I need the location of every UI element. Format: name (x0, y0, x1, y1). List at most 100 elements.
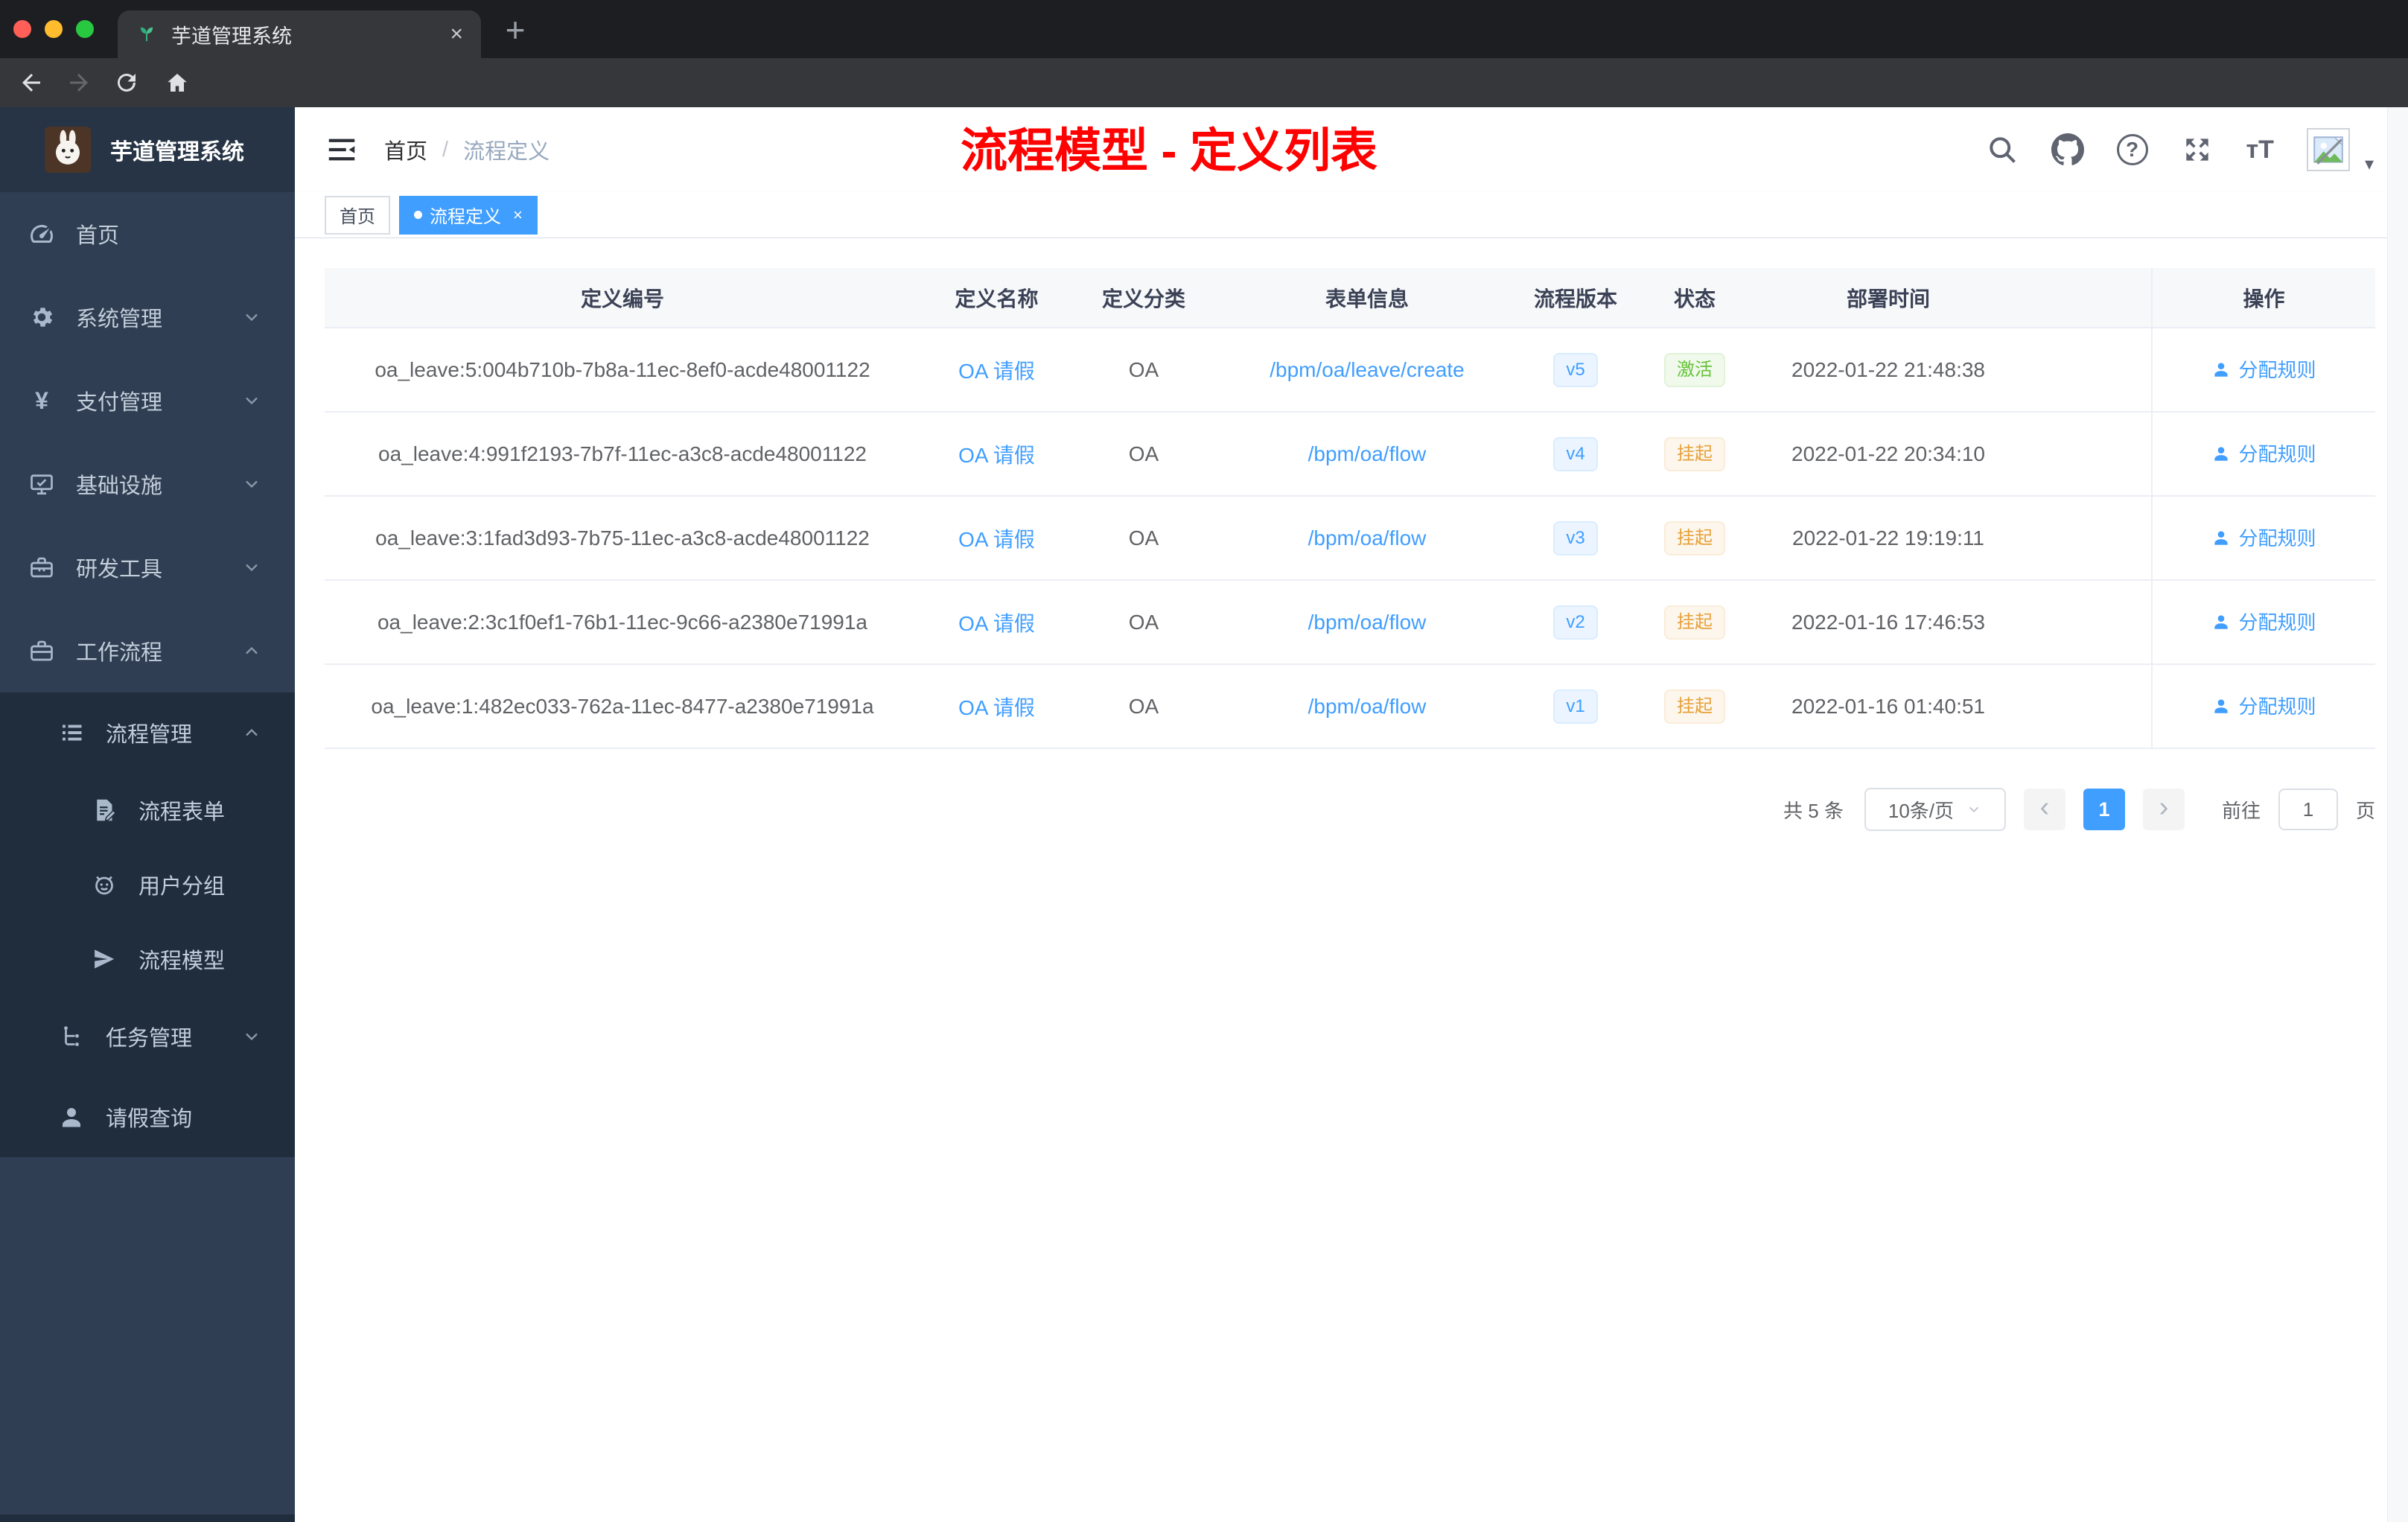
sidebar-item-label: 首页 (76, 224, 120, 248)
form-link[interactable]: /bpm/oa/flow (1308, 442, 1427, 465)
table-row: oa_leave:5:004b710b-7b8a-11ec-8ef0-acde4… (325, 328, 2375, 413)
version-badge[interactable]: v5 (1553, 352, 1598, 387)
cell-deploy-time: 2022-01-16 17:46:53 (1758, 580, 2019, 665)
col-definition-name: 定义名称 (920, 268, 1073, 328)
next-page-button[interactable]: › (2142, 789, 2185, 830)
definition-name-link[interactable]: OA 请假 (958, 444, 1035, 467)
forward-icon[interactable] (66, 69, 92, 96)
status-badge: 激活 (1664, 352, 1725, 387)
table-row: oa_leave:4:991f2193-7b7f-11ec-a3c8-acde4… (325, 412, 2375, 497)
window-close-button[interactable] (13, 20, 31, 38)
sidebar-item-infra[interactable]: 基础设施 (0, 442, 295, 526)
sidebar-item-system[interactable]: 系统管理 (0, 276, 295, 359)
home-icon[interactable] (164, 69, 191, 96)
chevron-down-icon (1969, 806, 1979, 813)
tab-close-icon[interactable]: × (450, 23, 463, 45)
version-badge[interactable]: v4 (1553, 436, 1598, 471)
assign-rule-link[interactable]: 分配规则 (2211, 692, 2316, 719)
goto-page-input[interactable]: 1 (2278, 789, 2338, 830)
sidebar: 芋道管理系统 首页 系统管理 ¥ 支付管理 基础设施 研发工具 工作流程 流程管… (0, 107, 295, 1522)
sidebar-item-process-manage[interactable]: 流程管理 (0, 692, 295, 773)
sidebar-item-home[interactable]: 首页 (0, 192, 295, 276)
window-zoom-button[interactable] (76, 20, 94, 38)
col-filler (2019, 268, 2152, 328)
tag-close-icon[interactable]: × (513, 206, 523, 225)
paper-plane-icon (91, 946, 118, 972)
col-form-info: 表单信息 (1214, 268, 1520, 328)
breadcrumb-current: 流程定义 (463, 140, 550, 164)
app-logo[interactable]: 芋道管理系统 (0, 107, 295, 192)
browser-tab[interactable]: 芋道管理系统 × (118, 10, 481, 58)
fullscreen-icon[interactable] (2181, 133, 2214, 166)
sidebar-item-workflow[interactable]: 工作流程 (0, 609, 295, 692)
active-dot (414, 211, 422, 219)
form-link[interactable]: /bpm/oa/flow (1308, 611, 1427, 634)
sidebar-fold-icon[interactable] (325, 133, 359, 167)
sidebar-item-label: 任务管理 (106, 1027, 193, 1051)
favicon-sprout-icon (136, 22, 158, 48)
version-badge[interactable]: v1 (1553, 689, 1598, 724)
tag-home[interactable]: 首页 (325, 195, 390, 235)
sidebar-item-user-group[interactable]: 用户分组 (0, 847, 295, 922)
tag-process-definition[interactable]: 流程定义 × (399, 195, 538, 235)
assign-rule-link[interactable]: 分配规则 (2211, 439, 2316, 467)
briefcase-icon (28, 637, 55, 664)
app-title: 芋道管理系统 (110, 140, 244, 165)
cell-definition-id: oa_leave:2:3c1f0ef1-76b1-11ec-9c66-a2380… (325, 580, 920, 665)
version-badge[interactable]: v3 (1553, 520, 1598, 555)
definition-name-link[interactable]: OA 请假 (958, 528, 1035, 551)
avatar[interactable] (2306, 128, 2350, 171)
window-minimize-button[interactable] (45, 20, 63, 38)
font-size-icon[interactable]: тT (2246, 136, 2274, 165)
definition-name-link[interactable]: OA 请假 (958, 696, 1035, 719)
header-actions: ? тT ▾ (1986, 125, 2387, 175)
reload-icon[interactable] (113, 69, 140, 96)
definition-name-link[interactable]: OA 请假 (958, 612, 1035, 635)
form-link[interactable]: /bpm/oa/flow (1308, 526, 1427, 550)
help-icon[interactable]: ? (2116, 134, 2148, 165)
cell-category: OA (1073, 664, 1214, 749)
tab-title: 芋道管理系统 (171, 25, 292, 48)
breadcrumb: 首页 / 流程定义 (384, 134, 550, 165)
sidebar-item-process-form[interactable]: 流程表单 (0, 773, 295, 847)
table-row: oa_leave:2:3c1f0ef1-76b1-11ec-9c66-a2380… (325, 580, 2375, 665)
page-size-select[interactable]: 10条/页 (1864, 788, 2006, 831)
cell-deploy-time: 2022-01-22 21:48:38 (1758, 328, 2019, 413)
prev-page-button[interactable]: ‹ (2023, 789, 2065, 830)
person-icon (2214, 615, 2229, 629)
assign-rule-link[interactable]: 分配规则 (2211, 523, 2316, 551)
assign-rule-link[interactable]: 分配规则 (2211, 355, 2316, 383)
github-icon[interactable] (2051, 133, 2084, 166)
sidebar-item-task-manage[interactable]: 任务管理 (0, 996, 295, 1077)
pagination-total: 共 5 条 (1783, 799, 1844, 822)
sidebar-item-label: 研发工具 (76, 558, 163, 582)
breadcrumb-home[interactable]: 首页 (384, 134, 427, 165)
chevron-up-icon (241, 640, 262, 661)
scrollbar[interactable] (2387, 107, 2408, 1522)
sidebar-item-label: 流程模型 (138, 949, 226, 973)
assign-rule-link[interactable]: 分配规则 (2211, 608, 2316, 635)
sidebar-item-leave-query[interactable]: 请假查询 (0, 1077, 295, 1157)
page-unit-label: 页 (2355, 799, 2375, 822)
caret-down-icon[interactable]: ▾ (2365, 153, 2374, 175)
back-icon[interactable] (18, 69, 45, 96)
search-icon[interactable] (1986, 133, 2019, 166)
sidebar-item-process-model[interactable]: 流程模型 (0, 922, 295, 996)
form-link[interactable]: /bpm/oa/leave/create (1270, 358, 1465, 381)
cell-category: OA (1073, 496, 1214, 581)
new-tab-button[interactable]: + (497, 13, 533, 49)
tag-label: 流程定义 (430, 207, 501, 227)
sidebar-item-label: 流程表单 (138, 800, 226, 824)
definition-name-link[interactable]: OA 请假 (958, 360, 1035, 383)
sidebar-item-payment[interactable]: ¥ 支付管理 (0, 359, 295, 442)
screen: 芋道管理系统 × + ⚠ 不安全 dashboard.yudao.iocoder… (0, 0, 2408, 1522)
current-page-button[interactable]: 1 (2083, 789, 2125, 830)
version-badge[interactable]: v2 (1553, 605, 1598, 640)
col-definition-category: 定义分类 (1073, 268, 1214, 328)
annotation-title: 流程模型 - 定义列表 (961, 125, 1377, 177)
browser-tabstrip: 芋道管理系统 × + (0, 0, 2408, 58)
form-link[interactable]: /bpm/oa/flow (1308, 695, 1427, 718)
sidebar-collapse-bar[interactable] (0, 1515, 295, 1522)
workflow-submenu: 流程管理 流程表单 用户分组 流程模型 任务管理 请假查询 (0, 692, 295, 1157)
sidebar-item-devtools[interactable]: 研发工具 (0, 526, 295, 609)
